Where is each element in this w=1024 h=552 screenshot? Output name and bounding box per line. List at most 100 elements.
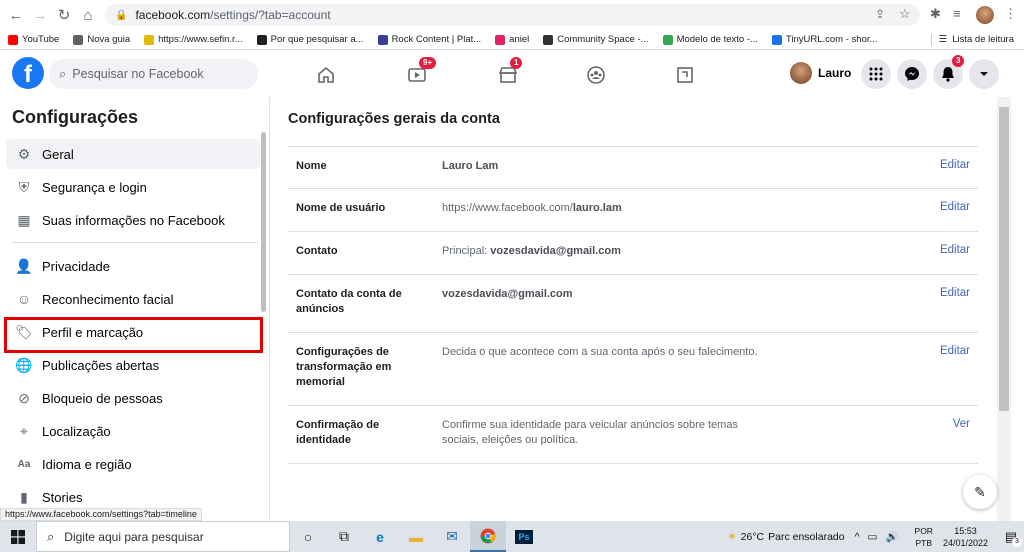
setting-label: Contato da conta de anúncios [296,288,402,315]
bookmark-item[interactable]: Por que pesquisar a... [256,34,364,45]
gaming-nav-icon[interactable] [673,63,697,87]
reading-list-button[interactable]: ☰ Lista de leitura [939,34,1014,45]
sidebar-item-label: Publicações abertas [42,357,160,373]
sidebar-divider [12,242,258,243]
chrome-icon[interactable] [470,521,506,552]
cortana-icon[interactable]: ○ [290,521,326,552]
main-scrollbar-thumb[interactable] [999,107,1009,411]
groups-nav-icon[interactable] [584,63,608,87]
notification-center-icon[interactable]: ▤ 3 [998,521,1024,552]
extensions-icon[interactable]: ✱ [930,6,941,22]
setting-label: Contato [296,245,338,257]
forward-arrow-icon[interactable]: → [28,3,52,27]
edit-link[interactable]: Editar [940,244,970,256]
bookmark-item[interactable]: https://www.sefin.r... [144,34,243,45]
task-view-icon[interactable]: ⧉ [326,521,362,552]
setting-value: Confirme sua identidade para veicular an… [442,418,762,448]
volume-icon[interactable]: 🔊 [885,530,898,543]
sidebar-item-label: Localização [42,423,111,439]
view-link[interactable]: Ver [953,418,970,430]
windows-start-icon[interactable] [0,521,36,552]
new-message-button[interactable]: ✎ [963,475,997,509]
setting-value-prefix: Principal: [442,245,491,257]
mail-icon[interactable]: ✉ [434,521,470,552]
system-tray: ☀ 26°C Parc ensolarado ^ ▭ 🔊 POR PTB 15:… [727,521,1024,552]
address-bar[interactable]: 🔒 facebook.com/settings/?tab=account [105,4,920,26]
sidebar-item-publicacoes-abertas[interactable]: 🌐 Publicações abertas [6,350,260,380]
weather-widget[interactable]: ☀ 26°C Parc ensolarado [727,531,844,543]
clock[interactable]: 15:53 24/01/2022 [943,525,988,549]
bookmark-item[interactable]: Community Space -... [543,34,649,45]
sidebar-item-localizacao[interactable]: ⌖ Localização [6,416,260,446]
taskbar-search-input[interactable]: ⌕ Digite aqui para pesquisar [36,521,290,552]
account-menu-chevron-icon[interactable] [969,59,999,89]
edit-link[interactable]: Editar [940,201,970,213]
setting-value: Lauro Lam [442,159,762,174]
sidebar-item-privacidade[interactable]: 👤 Privacidade [6,251,260,281]
windows-taskbar: ⌕ Digite aqui para pesquisar ○ ⧉ e ▬ ✉ P… [0,521,1024,552]
home-icon[interactable]: ⌂ [76,3,100,27]
bookmark-star-icon[interactable]: ☆ [899,6,911,22]
menu-grid-icon[interactable] [861,59,891,89]
notifications-badge: 3 [952,55,965,67]
sidebar-item-label: Reconhecimento facial [42,291,174,307]
setting-label: Nome de usuário [296,202,386,214]
profile-name: Lauro [818,66,852,80]
share-icon[interactable]: ⇪ [875,7,885,21]
sidebar-item-label: Privacidade [42,258,110,274]
bookmark-label: TinyURL.com - shor... [785,34,878,45]
browser-profile-avatar[interactable] [976,6,994,24]
settings-row: Nome Lauro Lam Editar [288,147,978,189]
edit-link[interactable]: Editar [940,287,970,299]
block-user-icon: ⊘ [18,389,30,406]
notifications-bell-icon[interactable]: 3 [933,55,965,89]
bookmark-item[interactable]: Modelo de texto -... [662,34,758,45]
facebook-logo-icon[interactable]: f [12,57,44,89]
messenger-icon[interactable] [897,59,927,89]
bookmark-item[interactable]: Nova guia [73,34,130,45]
highlight-box [4,317,263,353]
settings-row: Nome de usuário https://www.facebook.com/… [288,189,978,232]
facebook-search-input[interactable]: ⌕ Pesquisar no Facebook [49,59,258,89]
bookmark-item[interactable]: Rock Content | Plat... [377,34,481,45]
browser-toolbar: ← → ↻ ⌂ 🔒 facebook.com/settings/?tab=acc… [0,0,1024,30]
sidebar-scrollbar[interactable] [261,132,266,312]
network-icon[interactable]: ▭ [868,531,878,543]
person-lock-icon: 👤 [15,257,33,274]
bookmark-item[interactable]: aniel [495,34,529,45]
marketplace-nav-icon[interactable]: 1 [496,57,523,87]
watch-nav-icon[interactable]: 9+ [405,57,437,87]
home-nav-icon[interactable] [314,63,338,87]
edge-browser-icon[interactable]: e [362,521,398,552]
bookmark-favicon-icon [73,34,84,45]
bookmark-label: Por que pesquisar a... [270,34,364,45]
sidebar-item-reconhecimento-facial[interactable]: ☺ Reconhecimento facial [6,284,260,314]
sidebar-item-seguranca-e-login[interactable]: ⛨ Segurança e login [6,172,260,202]
bookmark-item[interactable]: YouTube [8,34,59,45]
language-indicator[interactable]: POR PTB [915,525,933,549]
reload-icon[interactable]: ↻ [52,3,76,27]
sidebar-item-geral[interactable]: ⚙ Geral [6,139,260,169]
file-explorer-icon[interactable]: ▬ [398,521,434,552]
settings-sidebar: Configurações ⚙ Geral ⛨ Segurança e login ▦ S… [0,97,270,521]
chevron-up-icon[interactable]: ^ [855,531,860,543]
weather-text: Parc ensolarado [768,530,845,543]
settings-row: Contato da conta de anúncios vozesdavida@… [288,275,978,333]
bookmark-item[interactable]: TinyURL.com - shor... [771,34,878,45]
lang-primary: POR [914,525,933,536]
bookmark-favicon-icon [662,34,673,45]
facebook-header: f ⌕ Pesquisar no Facebook 9+ 1 Lauro 3 [0,51,1024,97]
sidebar-item-idioma-e-regiao[interactable]: Aa Idioma e região [6,449,260,479]
profile-chip[interactable]: Lauro [790,62,851,84]
photoshop-icon[interactable]: Ps [506,521,542,552]
settings-row: Configurações de transformação em memori… [288,333,978,406]
edit-link[interactable]: Editar [940,345,970,357]
back-arrow-icon[interactable]: ← [4,3,28,27]
status-bar-url: https://www.facebook.com/settings?tab=ti… [0,508,202,521]
edit-link[interactable]: Editar [940,159,970,171]
sidebar-item-suas-informacoes-no-facebook[interactable]: ▦ Suas informações no Facebook [6,205,260,235]
sidebar-item-bloqueio-de-pessoas[interactable]: ⊘ Bloqueio de pessoas [6,383,260,413]
reading-mode-icon[interactable]: ≡ [953,6,961,21]
sidebar-title: Configurações [12,107,139,127]
browser-menu-icon[interactable]: ⋮ [1004,6,1017,22]
